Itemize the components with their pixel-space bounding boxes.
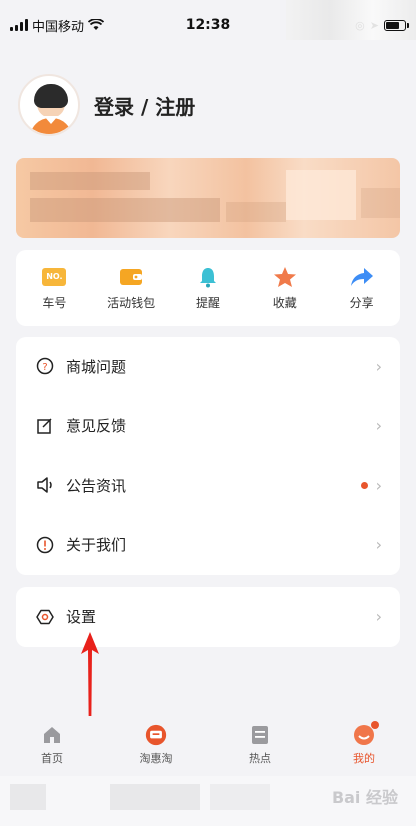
svg-text:?: ?	[42, 362, 47, 373]
menu-item-feedback[interactable]: 意见反馈 ›	[16, 397, 400, 457]
share-icon	[350, 266, 374, 288]
tab-mine[interactable]: 我的	[324, 721, 404, 766]
tab-taohuitao[interactable]: 淘惠淘	[116, 724, 196, 766]
bottom-tab-bar: 首页 淘惠淘 热点 我的	[0, 716, 416, 770]
promo-banner[interactable]	[16, 158, 400, 238]
home-icon	[41, 724, 63, 746]
star-icon	[273, 266, 297, 288]
car-number-icon: NO.	[42, 266, 67, 288]
taohuitao-icon	[145, 724, 167, 746]
shortcut-favorites[interactable]: 收藏	[250, 266, 320, 311]
menu-item-announcements[interactable]: 公告资讯 ›	[16, 456, 400, 516]
wallet-icon	[119, 266, 143, 288]
chevron-right-icon: ›	[375, 416, 382, 436]
hot-news-icon	[249, 724, 271, 746]
avatar[interactable]	[18, 74, 80, 136]
unread-dot	[360, 481, 368, 489]
battery-icon	[384, 19, 409, 31]
bell-icon	[196, 266, 220, 288]
profile-icon	[353, 721, 379, 746]
chevron-right-icon: ›	[375, 356, 382, 376]
chevron-right-icon: ›	[375, 607, 382, 626]
speaker-icon	[36, 476, 54, 494]
shortcut-car-number[interactable]: NO. 车号	[19, 266, 89, 311]
settings-card: 设置 ›	[16, 587, 400, 647]
shortcut-wallet[interactable]: 活动钱包	[96, 266, 166, 311]
menu-item-about-us[interactable]: 关于我们 ›	[16, 516, 400, 576]
shortcut-reminder[interactable]: 提醒	[173, 266, 243, 311]
login-register-link[interactable]: 登录 / 注册	[94, 91, 195, 120]
shortcut-share[interactable]: 分享	[327, 266, 397, 311]
feedback-icon	[36, 417, 54, 435]
status-bar: 中国移动 12:38 ◎ ➤	[0, 0, 416, 50]
chevron-right-icon: ›	[375, 535, 382, 555]
info-icon	[36, 536, 54, 554]
question-icon: ?	[36, 357, 54, 375]
watermark: Bai 经验	[331, 788, 398, 807]
shortcuts-card: NO. 车号 活动钱包 提醒 收藏 分享	[16, 250, 400, 326]
chevron-right-icon: ›	[375, 475, 382, 495]
tab-home[interactable]: 首页	[12, 724, 92, 766]
menu-item-mall-questions[interactable]: ? 商城问题 ›	[16, 337, 400, 397]
notification-badge	[371, 721, 379, 729]
menu-item-settings[interactable]: 设置 ›	[16, 587, 400, 647]
profile-header[interactable]: 登录 / 注册	[18, 74, 195, 136]
tab-hot[interactable]: 热点	[220, 724, 300, 766]
settings-icon	[36, 608, 54, 626]
menu-card: ? 商城问题 › 意见反馈 › 公告资讯 › 关于我们 ›	[16, 337, 400, 575]
